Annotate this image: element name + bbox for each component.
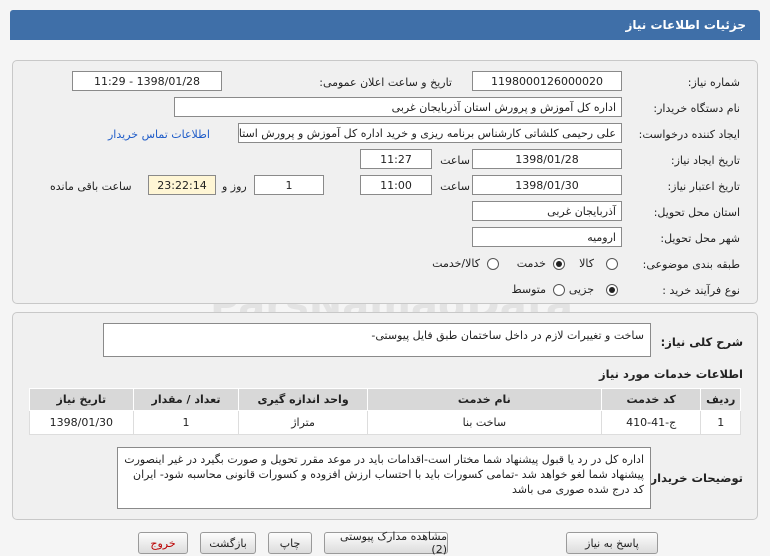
summary-field: ساخت و تغییرات لازم در داخل ساختمان طبق … bbox=[103, 323, 651, 357]
cell-date: 1398/01/30 bbox=[29, 410, 134, 435]
services-table: ردیف کد خدمت نام خدمت واحد اندازه گیری ت… bbox=[29, 388, 741, 435]
category-label: طبقه بندی موضوعی: bbox=[642, 258, 740, 271]
province-label: استان محل تحویل: bbox=[653, 206, 740, 219]
remaining-time-field: 23:22:14 bbox=[148, 175, 216, 195]
validity-date-label: تاریخ اعتبار نیاز: bbox=[667, 180, 740, 193]
days-word: روز و bbox=[222, 180, 247, 193]
process-radio-medium[interactable] bbox=[553, 284, 565, 296]
buyer-contact-link[interactable]: اطلاعات تماس خریدار bbox=[108, 128, 210, 141]
print-button[interactable]: چاپ bbox=[268, 532, 312, 554]
category-radio-goods-service[interactable] bbox=[487, 258, 499, 270]
city-label: شهر محل تحویل: bbox=[660, 232, 740, 245]
cell-count: 1 bbox=[132, 410, 240, 435]
col-date: تاریخ نیاز bbox=[29, 388, 134, 411]
validity-time-word: ساعت bbox=[440, 180, 470, 193]
col-name: نام خدمت bbox=[366, 388, 602, 411]
city-field: ارومیه bbox=[472, 227, 622, 247]
buyer-org-field: اداره کل آموزش و پرورش استان آذربایجان غ… bbox=[174, 97, 622, 117]
process-radio-minor[interactable] bbox=[606, 284, 618, 296]
created-time-word: ساعت bbox=[440, 154, 470, 167]
cell-code: ج-41-410 bbox=[600, 410, 702, 435]
validity-time-field: 11:00 bbox=[360, 175, 432, 195]
category-option-goods-service: کالا/خدمت bbox=[432, 257, 480, 270]
requester-field: علی رحیمی کلشاتی کارشناس برنامه ریزی و خ… bbox=[238, 123, 622, 143]
created-date-label: تاریخ ایجاد نیاز: bbox=[670, 154, 740, 167]
summary-label: شرح کلی نیاز: bbox=[660, 335, 743, 349]
remaining-word: ساعت باقی مانده bbox=[50, 180, 132, 193]
province-field: آذربایجان غربی bbox=[472, 201, 622, 221]
buyer-notes-label: توضیحات خریدار: bbox=[645, 471, 743, 485]
need-number-label: شماره نیاز: bbox=[687, 76, 740, 89]
process-option-minor: جزیی bbox=[568, 283, 594, 296]
need-number-field: 1198000126000020 bbox=[472, 71, 622, 91]
reply-button[interactable]: پاسخ به نیاز bbox=[566, 532, 658, 554]
page-title: جزئیات اطلاعات نیاز bbox=[625, 18, 746, 32]
table-row: 1 ج-41-410 ساخت بنا متراژ 1 1398/01/30 bbox=[29, 410, 741, 435]
remaining-days-field: 1 bbox=[254, 175, 324, 195]
category-radio-service[interactable] bbox=[553, 258, 565, 270]
requester-label: ایجاد کننده درخواست: bbox=[638, 128, 740, 141]
col-count: تعداد / مقدار bbox=[132, 388, 240, 411]
created-date-field: 1398/01/28 bbox=[472, 149, 622, 169]
category-option-service: خدمت bbox=[516, 257, 546, 270]
buyer-notes-field: اداره کل در رد یا قبول پیشنهاد شما مختار… bbox=[117, 447, 651, 509]
category-option-goods: کالا bbox=[579, 257, 594, 270]
col-row: ردیف bbox=[700, 388, 741, 411]
category-radio-goods[interactable] bbox=[606, 258, 618, 270]
announce-field: 1398/01/28 - 11:29 bbox=[72, 71, 222, 91]
view-attachments-button[interactable]: مشاهده مدارک پیوستی (2) bbox=[324, 530, 448, 556]
announce-label: تاریخ و ساعت اعلان عمومی: bbox=[319, 76, 452, 89]
buyer-org-label: نام دستگاه خریدار: bbox=[653, 102, 740, 115]
created-time-field: 11:27 bbox=[360, 149, 432, 169]
details-panel: شرح کلی نیاز: ساخت و تغییرات لازم در داخ… bbox=[12, 312, 758, 520]
exit-button[interactable]: خروج bbox=[138, 532, 188, 554]
page-header: جزئیات اطلاعات نیاز bbox=[10, 10, 760, 40]
process-label: نوع فرآیند خرید : bbox=[662, 284, 740, 297]
back-button[interactable]: بازگشت bbox=[200, 532, 256, 554]
table-header-row: ردیف کد خدمت نام خدمت واحد اندازه گیری ت… bbox=[29, 388, 741, 411]
services-title: اطلاعات خدمات مورد نیاز bbox=[599, 367, 743, 381]
col-unit: واحد اندازه گیری bbox=[238, 388, 368, 411]
cell-name: ساخت بنا bbox=[366, 410, 602, 435]
validity-date-field: 1398/01/30 bbox=[472, 175, 622, 195]
col-code: کد خدمت bbox=[600, 388, 702, 411]
cell-row: 1 bbox=[700, 410, 741, 435]
process-option-medium: متوسط bbox=[511, 283, 546, 296]
cell-unit: متراژ bbox=[238, 410, 368, 435]
